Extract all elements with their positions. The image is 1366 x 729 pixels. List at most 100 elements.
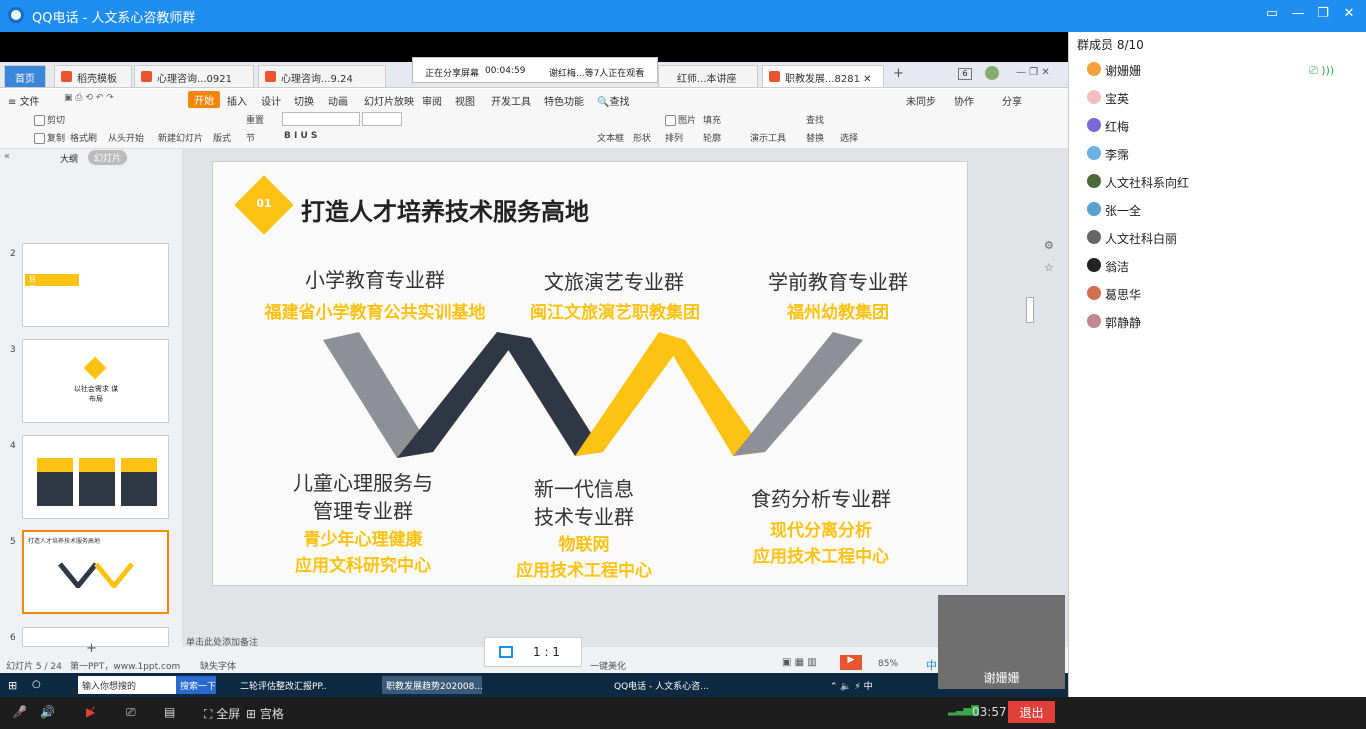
slide-thumb-5-selected[interactable]: 打造人才培养技术服务高地 <box>22 530 169 614</box>
tab-count-icon[interactable]: 6 <box>958 68 972 80</box>
pin-icon[interactable]: ☆ <box>1044 261 1054 274</box>
taskbar-item-ppt1[interactable]: 二轮评估整改汇报PP... <box>236 676 326 694</box>
notes-placeholder[interactable]: 单击此处添加备注 <box>186 635 258 648</box>
menu-file[interactable]: ≡ 文件 <box>8 93 40 108</box>
menu-slideshow[interactable]: 幻灯片放映 <box>364 93 414 108</box>
mic-muted-icon[interactable]: 🎤̸ <box>12 705 27 719</box>
from-start-button[interactable]: 从头开始 <box>108 131 144 144</box>
add-slide-button[interactable]: + <box>86 641 97 656</box>
tab-templates[interactable]: 稻壳模板 <box>54 65 132 87</box>
user-avatar[interactable] <box>985 66 999 80</box>
menu-sync[interactable]: 未同步 <box>906 93 936 108</box>
menu-collab[interactable]: 协作 <box>954 93 974 108</box>
menu-devtools[interactable]: 开发工具 <box>491 93 531 108</box>
cut-button[interactable]: 剪切 <box>34 113 65 126</box>
menu-view[interactable]: 视图 <box>455 93 475 108</box>
menu-features[interactable]: 特色功能 <box>544 93 584 108</box>
tab-slides[interactable]: 幻灯片 <box>88 150 128 165</box>
whiteboard-icon[interactable]: ▤ <box>164 705 175 719</box>
slide-thumb-4[interactable] <box>22 435 169 519</box>
new-slide-button[interactable]: 新建幻灯片 <box>158 131 203 144</box>
skin-icon[interactable]: ▭ <box>1262 6 1282 24</box>
arrange-button[interactable]: 排列 <box>665 131 683 144</box>
menu-review[interactable]: 审阅 <box>422 93 442 108</box>
font-name-select[interactable] <box>282 112 360 126</box>
presentation-tools-button[interactable]: 演示工具 <box>750 131 786 144</box>
taskbar-item-qq[interactable]: QQ电话 - 人文系心咨... <box>610 676 714 694</box>
ribbon-label: 形状 <box>633 134 652 144</box>
tab-doc-2[interactable]: 心理咨询...9.24 <box>258 65 386 87</box>
view-ratio-popup[interactable]: 1 : 1 <box>484 637 582 667</box>
system-tray-icons[interactable]: ⌃ 🔈 ⚡ 中 <box>826 676 936 694</box>
font-size-select[interactable] <box>362 112 402 126</box>
collapse-pane-icon[interactable]: « <box>4 151 10 162</box>
taskbar-search-button[interactable]: 搜索一下 <box>176 676 216 694</box>
member-item[interactable]: 人文社科白丽 <box>1087 230 1177 247</box>
member-item[interactable]: 翁洁 <box>1087 258 1129 275</box>
cortana-icon[interactable]: ○ <box>28 676 45 694</box>
tab-outline[interactable]: 大纲 <box>60 152 78 165</box>
member-item[interactable]: 李霈 <box>1087 146 1129 163</box>
text-format-icons[interactable]: B I U S <box>284 131 317 141</box>
slide-thumb-2[interactable]: 目录/CONTENT <box>22 243 169 327</box>
member-item[interactable]: 宝英 <box>1087 90 1129 107</box>
layout-button[interactable]: 版式 <box>213 131 231 144</box>
format-painter-button[interactable]: 格式刷 <box>70 131 97 144</box>
find-button[interactable]: 查找 <box>806 113 824 126</box>
taskbar-item-ppt2[interactable]: 职教发展趋势202008... <box>382 676 482 694</box>
menu-transition[interactable]: 切换 <box>294 93 314 108</box>
copy-button[interactable]: 复制 <box>34 131 65 144</box>
camera-preview[interactable]: 谢姗姗 <box>938 595 1065 689</box>
camera-off-icon[interactable]: ▶̸ <box>86 705 95 719</box>
menu-animation[interactable]: 动画 <box>328 93 348 108</box>
tab-doc-active[interactable]: 职教发展...8281 ✕ <box>762 65 884 87</box>
minimize-button[interactable]: — <box>1288 6 1308 24</box>
share-screen-icon[interactable]: ⎚ <box>126 705 136 720</box>
menu-find[interactable]: 🔍查找 <box>597 93 629 108</box>
section-button[interactable]: 节 <box>246 131 255 144</box>
shape-button[interactable]: 形状 <box>633 131 651 144</box>
member-item[interactable]: 谢姗姗 <box>1087 62 1141 79</box>
grid-view-button[interactable]: ⊞ 宫格 <box>246 705 284 722</box>
member-item[interactable]: 葛思华 <box>1087 286 1141 303</box>
exit-button[interactable]: 退出 <box>1008 701 1055 723</box>
new-tab-button[interactable]: + <box>893 66 904 81</box>
picture-button[interactable]: 图片 <box>665 113 696 126</box>
member-item[interactable]: 人文社科系向红 <box>1087 174 1189 191</box>
zoom-level[interactable]: 85% <box>878 659 898 669</box>
menu-share[interactable]: 分享 <box>1002 93 1022 108</box>
tab-doc-3[interactable]: 红师...本讲座 <box>658 65 758 87</box>
menu-insert[interactable]: 插入 <box>227 93 247 108</box>
fill-button[interactable]: 填充 <box>703 113 721 126</box>
ime-indicator[interactable]: 中 <box>926 657 937 673</box>
member-item[interactable]: 郭静静 <box>1087 314 1141 331</box>
textbox-button[interactable]: 文本框 <box>597 131 624 144</box>
speaker-icon[interactable]: 🔊 <box>40 705 55 719</box>
current-slide[interactable]: 01 打造人才培养技术服务高地 小学教育专业群 福建省小学教育公共实训基地 文旅… <box>212 161 968 586</box>
member-item[interactable]: 张一全 <box>1087 202 1141 219</box>
slide-thumb-3[interactable]: 以社会需求 谋布局 <box>22 339 169 423</box>
play-icon[interactable]: ▶ <box>840 655 862 670</box>
tab-doc-1[interactable]: 心理咨询...0921 <box>134 65 254 87</box>
beautify-button[interactable]: 一键美化 <box>590 659 626 672</box>
slide-scrollbar-thumb[interactable] <box>1026 297 1034 323</box>
missing-font[interactable]: 缺失字体 <box>200 659 236 672</box>
menu-start[interactable]: 开始 <box>188 91 220 108</box>
view-buttons[interactable]: ▣ ▦ ▥ <box>782 657 817 668</box>
quick-access-icons[interactable]: ▣ ⎙ ⟲ ↶ ↷ <box>64 93 114 103</box>
member-item[interactable]: 红梅 <box>1087 118 1129 135</box>
menu-design[interactable]: 设计 <box>261 93 281 108</box>
reset-button[interactable]: 重置 <box>246 113 264 126</box>
fullscreen-button[interactable]: ⛶ 全屏 <box>204 705 240 722</box>
start-icon[interactable]: ⊞ <box>4 676 22 694</box>
wps-window-controls[interactable]: — ❐ ✕ <box>1016 67 1050 78</box>
outline-button[interactable]: 轮廓 <box>703 131 721 144</box>
ribbon-label: 填充 <box>703 116 722 126</box>
tab-home[interactable]: 首页 <box>4 65 46 87</box>
close-button[interactable]: ✕ <box>1339 6 1359 24</box>
taskbar-search-input[interactable]: 输入你想搜的 <box>78 676 176 694</box>
replace-button[interactable]: 替换 <box>806 131 824 144</box>
select-button[interactable]: 选择 <box>840 131 858 144</box>
restore-button[interactable]: ❐ <box>1313 6 1333 24</box>
properties-icon[interactable]: ⚙ <box>1044 239 1054 252</box>
